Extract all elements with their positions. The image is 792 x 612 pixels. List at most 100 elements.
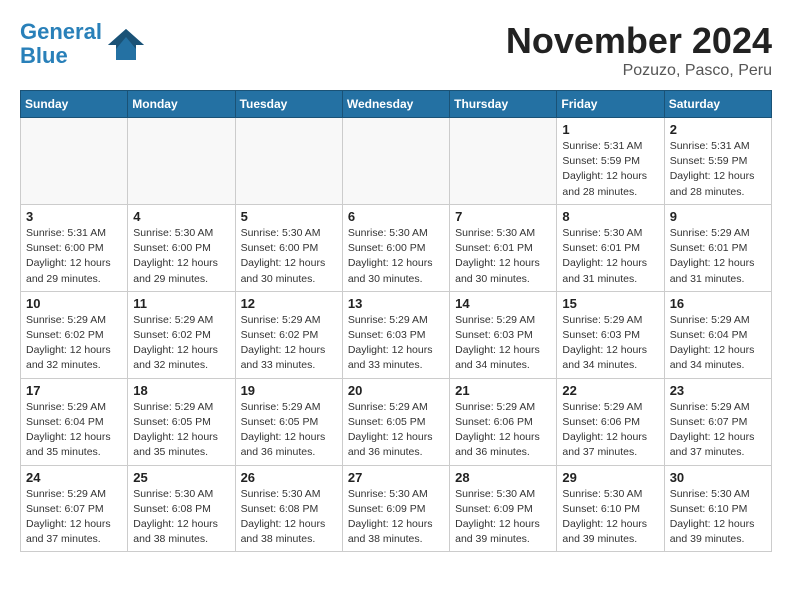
calendar-cell: 14 Sunrise: 5:29 AM Sunset: 6:03 PM Dayli… <box>450 291 557 378</box>
day-number: 11 <box>133 296 229 311</box>
day-info: Sunrise: 5:30 AM Sunset: 6:01 PM Dayligh… <box>455 226 551 287</box>
day-number: 28 <box>455 470 551 485</box>
calendar-cell: 6 Sunrise: 5:30 AM Sunset: 6:00 PM Daylig… <box>342 204 449 291</box>
day-info: Sunrise: 5:31 AM Sunset: 6:00 PM Dayligh… <box>26 226 122 287</box>
calendar-cell: 4 Sunrise: 5:30 AM Sunset: 6:00 PM Daylig… <box>128 204 235 291</box>
month-title: November 2024 <box>506 20 772 62</box>
calendar-cell <box>128 118 235 205</box>
calendar-cell: 11Sunrise: 5:29 AM Sunset: 6:02 PM Dayli… <box>128 291 235 378</box>
calendar-cell <box>342 118 449 205</box>
day-info: Sunrise: 5:30 AM Sunset: 6:00 PM Dayligh… <box>348 226 444 287</box>
day-info: Sunrise: 5:29 AM Sunset: 6:07 PM Dayligh… <box>670 400 766 461</box>
day-info: Sunrise: 5:30 AM Sunset: 6:09 PM Dayligh… <box>455 487 551 548</box>
col-header-tuesday: Tuesday <box>235 91 342 118</box>
day-number: 21 <box>455 383 551 398</box>
day-info: Sunrise: 5:30 AM Sunset: 6:08 PM Dayligh… <box>133 487 229 548</box>
calendar-table: SundayMondayTuesdayWednesdayThursdayFrid… <box>20 90 772 552</box>
calendar-cell: 3 Sunrise: 5:31 AM Sunset: 6:00 PM Daylig… <box>21 204 128 291</box>
calendar-cell: 25 Sunrise: 5:30 AM Sunset: 6:08 PM Dayli… <box>128 465 235 552</box>
calendar-cell: 8 Sunrise: 5:30 AM Sunset: 6:01 PM Daylig… <box>557 204 664 291</box>
calendar-cell <box>450 118 557 205</box>
day-info: Sunrise: 5:29 AM Sunset: 6:02 PM Dayligh… <box>26 313 122 374</box>
logo-icon <box>106 27 146 62</box>
day-number: 24 <box>26 470 122 485</box>
day-info: Sunrise: 5:29 AM Sunset: 6:05 PM Dayligh… <box>241 400 337 461</box>
day-info: Sunrise: 5:30 AM Sunset: 6:10 PM Dayligh… <box>562 487 658 548</box>
calendar-cell <box>235 118 342 205</box>
week-row-3: 10 Sunrise: 5:29 AM Sunset: 6:02 PM Dayli… <box>21 291 772 378</box>
day-number: 17 <box>26 383 122 398</box>
calendar-cell: 17 Sunrise: 5:29 AM Sunset: 6:04 PM Dayli… <box>21 378 128 465</box>
day-info: Sunrise: 5:30 AM Sunset: 6:10 PM Dayligh… <box>670 487 766 548</box>
day-number: 16 <box>670 296 766 311</box>
col-header-monday: Monday <box>128 91 235 118</box>
day-info: Sunrise: 5:29 AM Sunset: 6:06 PM Dayligh… <box>562 400 658 461</box>
day-info: Sunrise: 5:29 AM Sunset: 6:04 PM Dayligh… <box>670 313 766 374</box>
day-number: 3 <box>26 209 122 224</box>
day-info: Sunrise: 5:29 AM Sunset: 6:03 PM Dayligh… <box>562 313 658 374</box>
day-number: 22 <box>562 383 658 398</box>
day-info: Sunrise: 5:29 AM Sunset: 6:03 PM Dayligh… <box>348 313 444 374</box>
day-number: 29 <box>562 470 658 485</box>
calendar-cell <box>21 118 128 205</box>
day-number: 27 <box>348 470 444 485</box>
calendar-cell: 21 Sunrise: 5:29 AM Sunset: 6:06 PM Dayli… <box>450 378 557 465</box>
day-number: 8 <box>562 209 658 224</box>
day-number: 20 <box>348 383 444 398</box>
calendar-cell: 16 Sunrise: 5:29 AM Sunset: 6:04 PM Dayli… <box>664 291 771 378</box>
day-info: Sunrise: 5:30 AM Sunset: 6:09 PM Dayligh… <box>348 487 444 548</box>
day-info: Sunrise: 5:31 AM Sunset: 5:59 PM Dayligh… <box>562 139 658 200</box>
day-number: 13 <box>348 296 444 311</box>
day-number: 2 <box>670 122 766 137</box>
location-subtitle: Pozuzo, Pasco, Peru <box>506 62 772 80</box>
day-number: 12 <box>241 296 337 311</box>
calendar-cell: 1 Sunrise: 5:31 AM Sunset: 5:59 PM Daylig… <box>557 118 664 205</box>
col-header-friday: Friday <box>557 91 664 118</box>
calendar-cell: 28 Sunrise: 5:30 AM Sunset: 6:09 PM Dayli… <box>450 465 557 552</box>
logo-text: General Blue <box>20 20 102 68</box>
day-info: Sunrise: 5:29 AM Sunset: 6:06 PM Dayligh… <box>455 400 551 461</box>
day-info: Sunrise: 5:30 AM Sunset: 6:00 PM Dayligh… <box>133 226 229 287</box>
day-info: Sunrise: 5:29 AM Sunset: 6:07 PM Dayligh… <box>26 487 122 548</box>
day-info: Sunrise: 5:29 AM Sunset: 6:02 PM Dayligh… <box>241 313 337 374</box>
day-number: 18 <box>133 383 229 398</box>
calendar-cell: 27 Sunrise: 5:30 AM Sunset: 6:09 PM Dayli… <box>342 465 449 552</box>
day-number: 30 <box>670 470 766 485</box>
col-header-thursday: Thursday <box>450 91 557 118</box>
day-number: 7 <box>455 209 551 224</box>
calendar-cell: 30 Sunrise: 5:30 AM Sunset: 6:10 PM Dayli… <box>664 465 771 552</box>
calendar-cell: 24 Sunrise: 5:29 AM Sunset: 6:07 PM Dayli… <box>21 465 128 552</box>
day-info: Sunrise: 5:29 AM Sunset: 6:04 PM Dayligh… <box>26 400 122 461</box>
week-row-4: 17 Sunrise: 5:29 AM Sunset: 6:04 PM Dayli… <box>21 378 772 465</box>
day-info: Sunrise: 5:30 AM Sunset: 6:08 PM Dayligh… <box>241 487 337 548</box>
calendar-cell: 9 Sunrise: 5:29 AM Sunset: 6:01 PM Daylig… <box>664 204 771 291</box>
calendar-cell: 2Sunrise: 5:31 AM Sunset: 5:59 PM Daylig… <box>664 118 771 205</box>
day-number: 1 <box>562 122 658 137</box>
day-number: 4 <box>133 209 229 224</box>
calendar-cell: 19Sunrise: 5:29 AM Sunset: 6:05 PM Dayli… <box>235 378 342 465</box>
title-block: November 2024 Pozuzo, Pasco, Peru <box>506 20 772 80</box>
calendar-cell: 10 Sunrise: 5:29 AM Sunset: 6:02 PM Dayli… <box>21 291 128 378</box>
logo: General Blue <box>20 20 146 68</box>
day-info: Sunrise: 5:30 AM Sunset: 6:01 PM Dayligh… <box>562 226 658 287</box>
calendar-cell: 13 Sunrise: 5:29 AM Sunset: 6:03 PM Dayli… <box>342 291 449 378</box>
calendar-cell: 7 Sunrise: 5:30 AM Sunset: 6:01 PM Daylig… <box>450 204 557 291</box>
calendar-cell: 29 Sunrise: 5:30 AM Sunset: 6:10 PM Dayli… <box>557 465 664 552</box>
calendar-cell: 5Sunrise: 5:30 AM Sunset: 6:00 PM Daylig… <box>235 204 342 291</box>
day-number: 9 <box>670 209 766 224</box>
day-info: Sunrise: 5:29 AM Sunset: 6:05 PM Dayligh… <box>133 400 229 461</box>
day-info: Sunrise: 5:30 AM Sunset: 6:00 PM Dayligh… <box>241 226 337 287</box>
day-info: Sunrise: 5:29 AM Sunset: 6:01 PM Dayligh… <box>670 226 766 287</box>
calendar-cell: 26Sunrise: 5:30 AM Sunset: 6:08 PM Dayli… <box>235 465 342 552</box>
day-number: 10 <box>26 296 122 311</box>
page-header: General Blue November 2024 Pozuzo, Pasco… <box>20 20 772 80</box>
day-number: 15 <box>562 296 658 311</box>
calendar-cell: 15 Sunrise: 5:29 AM Sunset: 6:03 PM Dayli… <box>557 291 664 378</box>
calendar-cell: 23Sunrise: 5:29 AM Sunset: 6:07 PM Dayli… <box>664 378 771 465</box>
day-number: 14 <box>455 296 551 311</box>
week-row-1: 1 Sunrise: 5:31 AM Sunset: 5:59 PM Daylig… <box>21 118 772 205</box>
day-number: 25 <box>133 470 229 485</box>
col-header-wednesday: Wednesday <box>342 91 449 118</box>
day-info: Sunrise: 5:29 AM Sunset: 6:03 PM Dayligh… <box>455 313 551 374</box>
day-number: 6 <box>348 209 444 224</box>
